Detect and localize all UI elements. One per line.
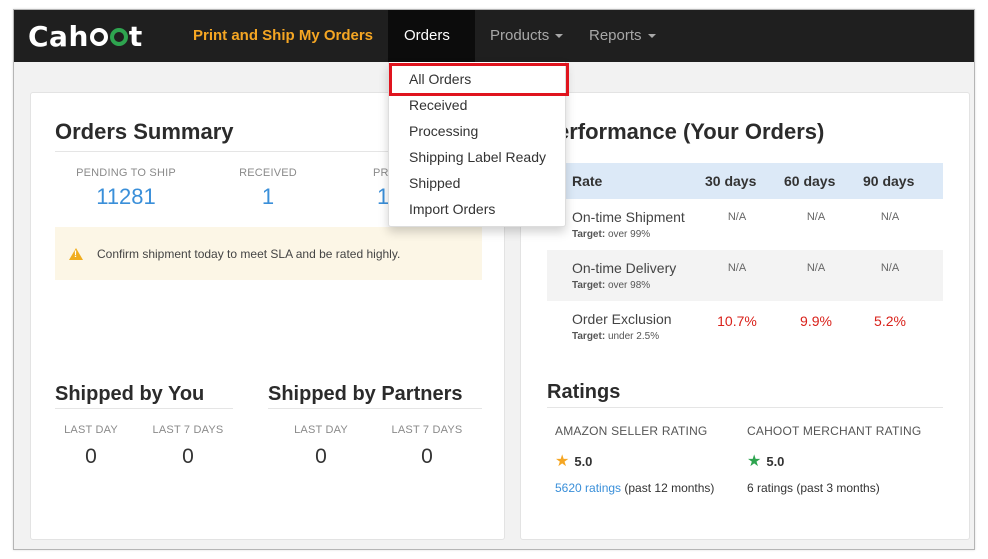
- ratings-title: Ratings: [547, 381, 621, 403]
- menu-item-shipping-label-ready[interactable]: Shipping Label Ready: [409, 149, 546, 165]
- logo-ring-icon: [89, 28, 108, 46]
- menu-item-received[interactable]: Received: [409, 97, 467, 113]
- target-label: Target:: [572, 280, 606, 291]
- header-rate: Rate: [572, 173, 603, 189]
- partners-last-day-value: 0: [315, 445, 327, 468]
- cahoot-rating-label: CAHOOT MERCHANT RATING: [747, 424, 922, 438]
- amazon-rating-number: 5.0: [574, 453, 593, 469]
- row-name: Order Exclusion: [572, 311, 672, 327]
- cahoot-rating-note: 6 ratings (past 3 months): [747, 481, 880, 495]
- cell-30: N/A: [727, 211, 747, 223]
- target-value: under 2.5%: [607, 331, 660, 342]
- stat-value-pending[interactable]: 11281: [61, 184, 191, 210]
- menu-item-shipped[interactable]: Shipped: [409, 175, 460, 191]
- stat-value-received[interactable]: 1: [203, 184, 333, 210]
- you-last-day-label: LAST DAY: [64, 424, 118, 436]
- nav-orders-label: Orders: [404, 27, 450, 44]
- amazon-rating-label: AMAZON SELLER RATING: [555, 424, 708, 438]
- nav-reports-label: Reports: [589, 27, 642, 44]
- menu-item-import-orders[interactable]: Import Orders: [409, 201, 495, 217]
- amazon-rating-note: 5620 ratings (past 12 months): [555, 481, 714, 495]
- sla-alert-text: Confirm shipment today to meet SLA and b…: [97, 246, 401, 261]
- orders-summary-title: Orders Summary: [55, 119, 234, 144]
- warning-icon: [69, 247, 83, 260]
- star-icon: ★: [555, 453, 570, 470]
- nav-orders-menu[interactable]: Orders: [388, 10, 475, 91]
- cell-90: 5.2%: [874, 313, 906, 329]
- cell-90: N/A: [880, 211, 900, 223]
- star-icon: ★: [747, 453, 762, 470]
- partners-last-7-value: 0: [421, 445, 433, 468]
- shipped-by-you-title: Shipped by You: [55, 383, 205, 405]
- target-label: Target:: [572, 229, 606, 240]
- nav-reports-menu[interactable]: Reports: [573, 10, 672, 62]
- caret-down-icon: [555, 34, 564, 39]
- cell-60: N/A: [806, 211, 826, 223]
- cahoot-rating-number: 5.0: [766, 453, 785, 469]
- nav-products-menu[interactable]: Products: [474, 10, 579, 62]
- performance-title: erformance (Your Orders): [557, 119, 825, 144]
- app-window: Cah t Print and Ship My Orders Orders Pro…: [13, 9, 975, 550]
- you-last-7-label: LAST 7 DAYS: [152, 424, 224, 436]
- divider: [268, 408, 482, 409]
- shipped-by-partners-title: Shipped by Partners: [268, 383, 463, 405]
- cell-60: N/A: [806, 262, 826, 274]
- target-value: over 98%: [607, 280, 651, 291]
- row-name: On-time Delivery: [572, 260, 677, 276]
- cahoot-logo[interactable]: Cah t: [28, 20, 143, 53]
- amazon-rating-period: (past 12 months): [624, 481, 715, 495]
- cell-60: 9.9%: [800, 313, 832, 329]
- menu-item-all-orders[interactable]: All Orders: [409, 71, 471, 87]
- target-value: over 99%: [607, 229, 651, 240]
- cahoot-rating-value: ★ 5.0: [747, 451, 784, 471]
- performance-table-header: Rate 30 days 60 days 90 days: [547, 163, 943, 199]
- cell-30: 10.7%: [717, 313, 757, 329]
- you-last-day-value: 0: [85, 445, 97, 468]
- sla-alert: Confirm shipment today to meet SLA and b…: [55, 227, 482, 280]
- header-30-days: 30 days: [705, 173, 757, 189]
- nav-print-ship-link[interactable]: Print and Ship My Orders: [177, 10, 389, 62]
- table-row: Order Exclusion Target: under 2.5% 10.7%…: [547, 301, 943, 352]
- performance-card: erformance (Your Orders) Rate 30 days 60…: [520, 92, 970, 540]
- partners-last-7-label: LAST 7 DAYS: [391, 424, 463, 436]
- cell-90: N/A: [880, 262, 900, 274]
- orders-dropdown-menu: All Orders Received Processing Shipping …: [388, 62, 569, 227]
- table-row: On-time Delivery Target: over 98% N/A N/…: [547, 250, 943, 301]
- caret-down-icon: [647, 34, 656, 39]
- cell-30: N/A: [727, 262, 747, 274]
- row-target: Target: over 99%: [572, 229, 650, 240]
- row-name: On-time Shipment: [572, 209, 685, 225]
- divider: [55, 408, 233, 409]
- stat-label-received: RECEIVED: [239, 167, 297, 179]
- partners-last-day-label: LAST DAY: [294, 424, 348, 436]
- logo-ring-green-icon: [109, 28, 128, 46]
- row-target: Target: over 98%: [572, 280, 650, 291]
- nav-products-label: Products: [490, 27, 550, 44]
- menu-item-processing[interactable]: Processing: [409, 123, 478, 139]
- target-label: Target:: [572, 331, 606, 342]
- stat-label-pending: PENDING TO SHIP: [76, 167, 176, 179]
- header-90-days: 90 days: [863, 173, 915, 189]
- you-last-7-value: 0: [182, 445, 194, 468]
- divider: [547, 407, 943, 408]
- top-navbar: Cah t Print and Ship My Orders Orders Pro…: [14, 10, 974, 91]
- amazon-ratings-link[interactable]: 5620 ratings: [555, 481, 621, 495]
- table-row: On-time Shipment Target: over 99% N/A N/…: [547, 199, 943, 250]
- amazon-rating-value: ★ 5.0: [555, 451, 592, 471]
- header-60-days: 60 days: [784, 173, 836, 189]
- row-target: Target: under 2.5%: [572, 331, 659, 342]
